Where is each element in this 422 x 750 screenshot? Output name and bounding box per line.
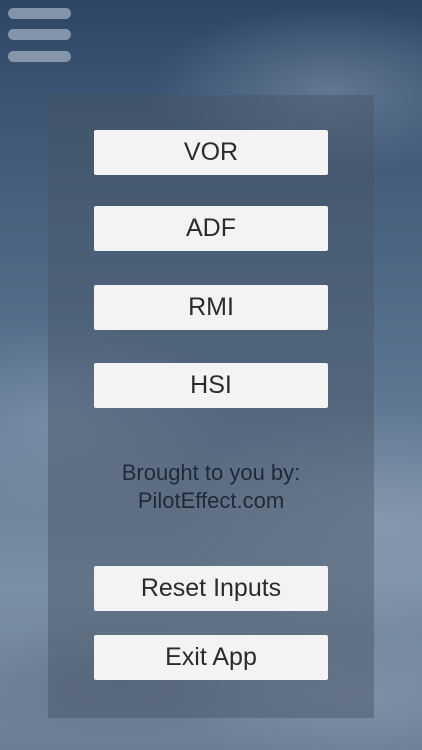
credit-text: Brought to you by: PilotEffect.com [48,459,374,515]
vor-button[interactable]: VOR [94,130,328,175]
hamburger-menu-icon[interactable] [8,6,72,66]
adf-button[interactable]: ADF [94,206,328,251]
rmi-button[interactable]: RMI [94,285,328,330]
credit-line-1: Brought to you by: [121,460,301,485]
exit-app-button[interactable]: Exit App [94,635,328,680]
menu-bar-bottom [8,51,71,62]
main-menu-panel: VOR ADF RMI HSI Brought to you by: Pilot… [48,95,374,718]
menu-bar-middle [8,29,71,40]
hsi-button[interactable]: HSI [94,363,328,408]
menu-bar-top [8,8,71,19]
credit-line-2: PilotEffect.com [137,488,285,513]
reset-inputs-button[interactable]: Reset Inputs [94,566,328,611]
